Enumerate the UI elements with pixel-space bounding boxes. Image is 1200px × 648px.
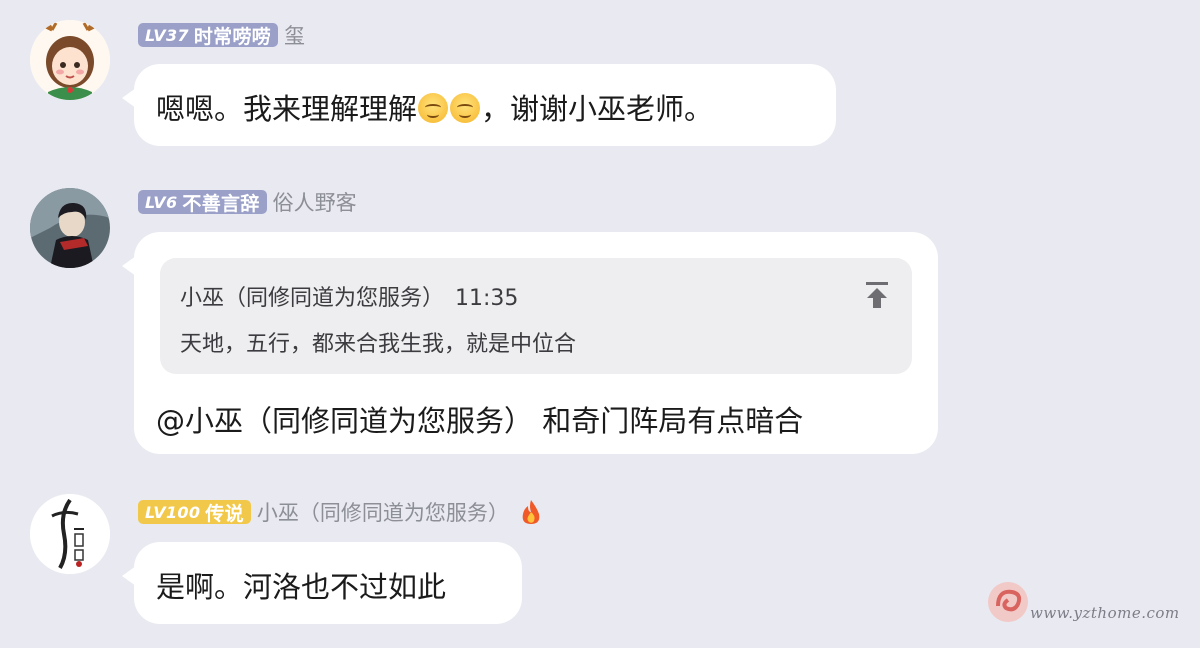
sender-info: LV37 时常唠唠 玺 xyxy=(138,21,305,49)
message-bubble[interactable]: 小巫（同修同道为您服务） 11:35 天地，五行，都来合我生我，就是中位合 @小… xyxy=(122,232,938,454)
level-title: 传说 xyxy=(205,502,244,525)
sender-nickname[interactable]: 玺 xyxy=(284,20,305,50)
message-text-part: ，谢谢小巫老师。 xyxy=(481,92,714,126)
avatar[interactable] xyxy=(30,494,110,574)
quote-header: 小巫（同修同道为您服务） 11:35 xyxy=(180,280,518,312)
level-badge: LV6 不善言辞 xyxy=(138,190,267,215)
watermark-logo-icon xyxy=(988,582,1028,622)
message-text: 嗯嗯。我来理解理解 ，谢谢小巫老师。 xyxy=(156,86,713,128)
message-bubble[interactable]: 嗯嗯。我来理解理解 ，谢谢小巫老师。 xyxy=(122,64,836,146)
message-text: 是啊。河洛也不过如此 xyxy=(156,570,447,604)
watermark: www.yzthome.com xyxy=(986,580,1186,628)
quote-time: 11:35 xyxy=(455,286,519,311)
quote-text: 天地，五行，都来合我生我，就是中位合 xyxy=(180,332,577,357)
sender-info: LV100 传说 小巫（同修同道为您服务） xyxy=(138,498,545,526)
watermark-text: www.yzthome.com xyxy=(1030,604,1180,622)
message-bubble[interactable]: 是啊。河洛也不过如此 xyxy=(122,542,522,624)
sender-nickname[interactable]: 小巫（同修同道为您服务） xyxy=(257,497,509,527)
avatar[interactable] xyxy=(30,20,110,100)
message-text-part: 嗯嗯。我来理解理解 xyxy=(156,92,418,126)
level-title: 时常唠唠 xyxy=(193,25,272,48)
quote-author: 小巫（同修同道为您服务） xyxy=(180,286,445,311)
smiling-face-icon xyxy=(450,93,481,123)
level-badge: LV37 时常唠唠 xyxy=(138,23,279,48)
message-text: @小巫（同修同道为您服务） 和奇门阵局有点暗合 xyxy=(156,404,804,438)
quoted-message[interactable]: 小巫（同修同道为您服务） 11:35 天地，五行，都来合我生我，就是中位合 xyxy=(160,258,912,374)
level-badge: LV100 传说 xyxy=(138,500,251,525)
sender-info: LV6 不善言辞 俗人野客 xyxy=(138,188,357,216)
avatar[interactable] xyxy=(30,188,110,268)
sender-nickname[interactable]: 俗人野客 xyxy=(273,187,357,217)
fire-icon xyxy=(522,500,540,524)
level-text: LV100 xyxy=(145,502,201,522)
jump-to-top-icon[interactable] xyxy=(864,280,890,310)
smiling-face-icon xyxy=(418,93,449,123)
level-title: 不善言辞 xyxy=(182,192,260,215)
level-text: LV6 xyxy=(145,192,178,212)
level-text: LV37 xyxy=(145,25,189,45)
